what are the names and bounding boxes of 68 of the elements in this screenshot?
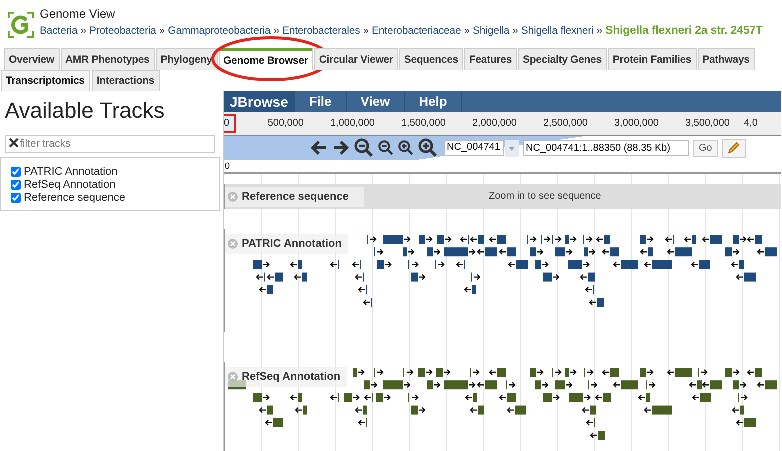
tab[interactable]: Genome Browser	[218, 48, 314, 70]
tab[interactable]: Protein Families	[608, 48, 697, 70]
go-button[interactable]: Go	[693, 140, 718, 156]
zoom-in-icon[interactable]	[398, 140, 414, 156]
ruler-label: 3,500,000	[684, 118, 730, 129]
breadcrumb-separator: »	[363, 25, 369, 37]
breadcrumb-separator: »	[464, 25, 470, 37]
panel-title: Available Tracks	[5, 98, 166, 124]
breadcrumb-link[interactable]: Proteobacteria	[89, 25, 156, 37]
ruler-label: 3,000,000	[614, 118, 659, 129]
left-arrow-icon[interactable]	[310, 139, 328, 157]
track-label-box[interactable]: Reference sequence	[225, 186, 364, 206]
breadcrumb-link[interactable]: Enterobacteriaceae	[372, 25, 462, 37]
ruler-label: 4,0	[743, 118, 758, 129]
tab[interactable]: Overview	[4, 48, 60, 70]
track-label: Reference sequence	[24, 192, 126, 204]
track-label: RefSeq Annotation	[24, 179, 116, 191]
breadcrumb-link[interactable]: Shigella flexneri	[521, 25, 594, 37]
track-checkbox[interactable]	[11, 180, 21, 190]
zoom-in-icon[interactable]	[418, 138, 438, 158]
track-checkbox[interactable]	[11, 167, 21, 177]
tab[interactable]: Pathways	[698, 48, 755, 70]
tab[interactable]: Specialty Genes	[518, 48, 607, 70]
ruler-label: 1,500,000	[400, 118, 446, 129]
ruler-label: 1,000,000	[330, 118, 375, 129]
tab[interactable]: Phylogeny	[156, 48, 218, 70]
track-checkbox[interactable]	[11, 193, 21, 203]
highlighter-icon	[727, 141, 742, 155]
track-label-box[interactable]: RefSeq Annotation	[225, 367, 347, 387]
breadcrumb-separator: »	[596, 25, 603, 37]
track-name: Reference sequence	[242, 190, 349, 202]
ruler-label: 2,000,000	[472, 118, 517, 129]
tab[interactable]: Transcriptomics	[1, 70, 90, 91]
breadcrumb-separator: »	[159, 25, 166, 37]
g-logo-icon	[8, 12, 34, 38]
dropdown-caret-icon[interactable]	[505, 140, 519, 156]
ruler-label: 500,000	[266, 118, 304, 129]
sequence-message: Zoom in to see sequence	[489, 191, 602, 202]
breadcrumb-link[interactable]: Gammaproteobacteria	[168, 25, 271, 37]
clear-icon[interactable]	[9, 138, 19, 148]
zoom-out-icon[interactable]	[378, 140, 394, 156]
ruler-label: 2,500,000	[542, 118, 588, 129]
tab[interactable]: AMR Phenotypes	[60, 48, 155, 70]
tab[interactable]: Sequences	[399, 48, 464, 70]
tab[interactable]: Features	[464, 48, 518, 70]
reference-select[interactable]: NC_004741	[444, 140, 504, 156]
track-name: PATRIC Annotation	[242, 238, 342, 250]
breadcrumb-separator: »	[274, 25, 280, 37]
right-arrow-icon[interactable]	[332, 139, 350, 157]
highlight-button[interactable]	[722, 138, 746, 158]
track-name: RefSeq Annotation	[242, 371, 341, 383]
location-field[interactable]: NC_004741:1..88350 (88.35 Kb)	[523, 140, 689, 156]
scale-label: 0	[225, 161, 230, 171]
filter-field[interactable]: filter tracks	[5, 135, 215, 153]
zoom-out-icon[interactable]	[354, 138, 374, 158]
breadcrumb-link[interactable]: Enterobacterales	[282, 25, 360, 37]
breadcrumb-link[interactable]: Shigella	[473, 25, 510, 37]
breadcrumb-separator: »	[512, 25, 518, 37]
page-title: Genome View	[40, 7, 116, 21]
tab[interactable]: Circular Viewer	[314, 48, 398, 70]
breadcrumb-separator: »	[80, 25, 86, 37]
current-genome-title: Shigella flexneri 2a str. 2457T	[606, 25, 763, 37]
tab[interactable]: Interactions	[92, 70, 160, 91]
app-name: JBrowse	[224, 91, 296, 112]
track-label-box[interactable]: PATRIC Annotation	[225, 234, 348, 254]
track-label: PATRIC Annotation	[24, 166, 118, 178]
viewport-marker[interactable]: 0	[224, 114, 236, 133]
breadcrumb-link[interactable]: Bacteria	[40, 25, 78, 37]
